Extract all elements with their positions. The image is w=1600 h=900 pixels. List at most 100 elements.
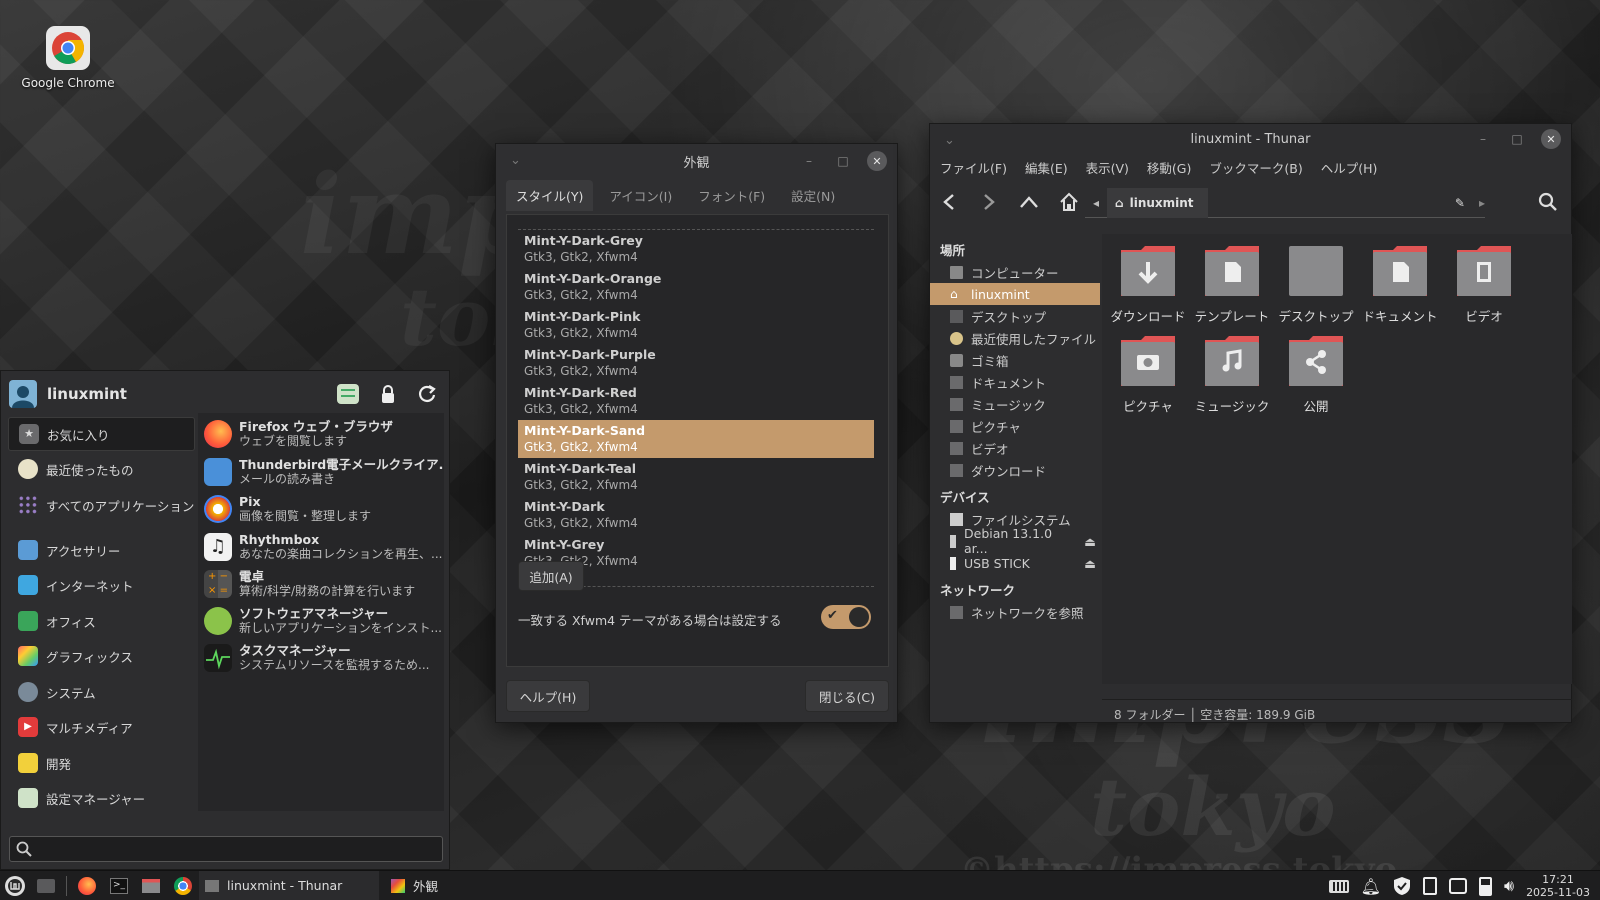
- menu-bookmarks[interactable]: ブックマーク(B): [1209, 158, 1302, 176]
- desktop-icon-chrome[interactable]: Google Chrome: [18, 22, 118, 90]
- help-button[interactable]: ヘルプ(H): [506, 680, 590, 712]
- launcher-chrome[interactable]: [167, 871, 199, 900]
- path-right-arrow-icon[interactable]: ▸: [1479, 196, 1485, 210]
- menu-go[interactable]: 移動(G): [1147, 158, 1191, 176]
- sidebar-item-downloads[interactable]: ダウンロード: [930, 459, 1100, 481]
- category-favorites[interactable]: ★ お気に入り: [8, 417, 195, 451]
- sidebar-item-trash[interactable]: ゴミ箱: [930, 349, 1100, 371]
- theme-item[interactable]: Mint-Y-Dark-Orange Gtk3, Gtk2, Xfwm4: [518, 268, 874, 306]
- theme-item[interactable]: Mint-Y-Dark-Pink Gtk3, Gtk2, Xfwm4: [518, 306, 874, 344]
- category-settings-manager[interactable]: 設定マネージャー: [8, 781, 195, 815]
- xfwm4-toggle[interactable]: ✔: [821, 605, 871, 629]
- home-icon[interactable]: [1056, 189, 1082, 215]
- path-button-home[interactable]: ⌂ linuxmint: [1107, 187, 1208, 218]
- volume-icon[interactable]: 🔊︎: [1504, 876, 1514, 896]
- show-desktop-button[interactable]: [30, 871, 62, 900]
- up-icon[interactable]: [1016, 189, 1042, 215]
- folder-item-templates[interactable]: テンプレート: [1190, 244, 1274, 325]
- sidebar-item-debian-disc[interactable]: Debian 13.1.0 ar... ⏏: [930, 526, 1100, 556]
- sidebar-item-computer[interactable]: コンピューター: [930, 261, 1100, 283]
- eject-icon[interactable]: ⏏: [1084, 556, 1096, 571]
- category-graphics[interactable]: グラフィックス: [8, 639, 195, 673]
- sidebar-item-documents[interactable]: ドキュメント: [930, 371, 1100, 393]
- sidebar-item-browse-network[interactable]: ネットワークを参照: [930, 601, 1100, 623]
- tab-icons[interactable]: アイコン(I): [599, 180, 682, 211]
- settings-manager-icon[interactable]: [337, 384, 359, 404]
- task-thunar[interactable]: linuxmint - Thunar: [199, 870, 379, 900]
- menu-help[interactable]: ヘルプ(H): [1321, 158, 1378, 176]
- titlebar[interactable]: ⌄ linuxmint - Thunar – □ ✕: [930, 124, 1571, 154]
- menu-button[interactable]: [0, 871, 30, 900]
- logout-icon[interactable]: [417, 384, 437, 404]
- avatar[interactable]: [9, 380, 37, 408]
- close-icon[interactable]: ✕: [1541, 129, 1561, 149]
- app-item-task-manager[interactable]: タスクマネージャー システムリソースを監視するため...: [204, 639, 444, 677]
- window-menu-icon[interactable]: ⌄: [510, 153, 521, 168]
- launcher-firefox[interactable]: [71, 871, 103, 900]
- close-icon[interactable]: ✕: [867, 151, 887, 171]
- clock[interactable]: 17:21 2025-11-03: [1526, 873, 1590, 899]
- app-item-thunderbird[interactable]: Thunderbird電子メールクライア... メールの読み書き: [204, 453, 444, 491]
- close-button[interactable]: 閉じる(C): [805, 680, 889, 712]
- folder-item-videos[interactable]: ビデオ: [1442, 244, 1526, 325]
- app-item-software-manager[interactable]: ソフトウェアマネージャー 新しいアプリケーションをインスト...: [204, 602, 444, 640]
- theme-item[interactable]: Mint-Y-Dark Gtk3, Gtk2, Xfwm4: [518, 496, 874, 534]
- maximize-icon[interactable]: □: [833, 151, 853, 171]
- minimize-icon[interactable]: –: [799, 151, 819, 171]
- folder-item-downloads[interactable]: ダウンロード: [1106, 244, 1190, 325]
- theme-item[interactable]: Mint-Y-Dark-Teal Gtk3, Gtk2, Xfwm4: [518, 458, 874, 496]
- theme-item[interactable]: Mint-Y-Dark-Purple Gtk3, Gtk2, Xfwm4: [518, 344, 874, 382]
- add-button[interactable]: 追加(A): [518, 561, 584, 591]
- category-recent[interactable]: 最近使ったもの: [8, 452, 195, 486]
- category-all-apps[interactable]: すべてのアプリケーション: [8, 488, 195, 522]
- search-icon[interactable]: [1535, 189, 1561, 215]
- theme-item[interactable]: Mint-Y-Dark-Grey Gtk3, Gtk2, Xfwm4: [518, 230, 874, 268]
- task-appearance[interactable]: 外観: [379, 871, 469, 900]
- category-office[interactable]: オフィス: [8, 604, 195, 638]
- launcher-terminal[interactable]: >_: [103, 871, 135, 900]
- sidebar-item-pictures[interactable]: ピクチャ: [930, 415, 1100, 437]
- forward-icon[interactable]: [976, 189, 1002, 215]
- sidebar-item-home[interactable]: ⌂ linuxmint: [930, 283, 1100, 305]
- window-icon[interactable]: [1448, 878, 1467, 894]
- shield-icon[interactable]: [1393, 876, 1411, 896]
- category-development[interactable]: 開発: [8, 746, 195, 780]
- tab-style[interactable]: スタイル(Y): [506, 180, 594, 211]
- category-system[interactable]: システム: [8, 675, 195, 709]
- sidebar-item-recent[interactable]: 最近使用したファイル: [930, 327, 1100, 349]
- titlebar[interactable]: ⌄ 外観 – □ ✕: [496, 144, 897, 178]
- sidebar-item-desktop[interactable]: デスクトップ: [930, 305, 1100, 327]
- keyboard-icon[interactable]: [1328, 879, 1349, 893]
- folder-item-documents[interactable]: ドキュメント: [1358, 244, 1442, 325]
- battery-icon[interactable]: [1478, 876, 1492, 896]
- theme-list[interactable]: Mint-Y-Dark-Grey Gtk3, Gtk2, Xfwm4 Mint-Y…: [518, 229, 874, 587]
- eject-icon[interactable]: ⏏: [1084, 534, 1096, 549]
- app-item-pix[interactable]: Pix 画像を閲覧・整理します: [204, 490, 444, 528]
- search-input[interactable]: [9, 836, 443, 862]
- category-accessories[interactable]: アクセサリー: [8, 533, 195, 567]
- theme-item-selected[interactable]: Mint-Y-Dark-Sand Gtk3, Gtk2, Xfwm4: [518, 420, 874, 458]
- clipboard-icon[interactable]: [1422, 877, 1437, 895]
- menu-view[interactable]: 表示(V): [1086, 158, 1129, 176]
- tab-fonts[interactable]: フォント(F): [688, 180, 775, 211]
- folder-item-music[interactable]: ミュージック: [1190, 334, 1274, 415]
- launcher-files[interactable]: [135, 871, 167, 900]
- menu-file[interactable]: ファイル(F): [940, 158, 1007, 176]
- app-item-rhythmbox[interactable]: ♫ Rhythmbox あなたの楽曲コレクションを再生、...: [204, 528, 444, 566]
- minimize-icon[interactable]: –: [1473, 129, 1493, 149]
- theme-item[interactable]: Mint-Y-Dark-Red Gtk3, Gtk2, Xfwm4: [518, 382, 874, 420]
- path-left-arrow-icon[interactable]: ◂: [1085, 196, 1107, 210]
- sidebar-item-videos[interactable]: ビデオ: [930, 437, 1100, 459]
- folder-item-public[interactable]: 公開: [1274, 334, 1358, 415]
- notification-bell-icon[interactable]: 🔔︎: [1361, 877, 1381, 896]
- maximize-icon[interactable]: □: [1507, 129, 1527, 149]
- app-item-firefox[interactable]: Firefox ウェブ・ブラウザ ウェブを閲覧します: [204, 415, 444, 453]
- folder-item-desktop[interactable]: デスクトップ: [1274, 244, 1358, 325]
- category-multimedia[interactable]: ▶ マルチメディア: [8, 710, 195, 744]
- sidebar-item-music[interactable]: ミュージック: [930, 393, 1100, 415]
- folder-item-pictures[interactable]: ピクチャ: [1106, 334, 1190, 415]
- category-internet[interactable]: インターネット: [8, 568, 195, 602]
- edit-path-icon[interactable]: ✎: [1455, 196, 1465, 210]
- lock-icon[interactable]: [379, 384, 397, 404]
- menu-edit[interactable]: 編集(E): [1025, 158, 1068, 176]
